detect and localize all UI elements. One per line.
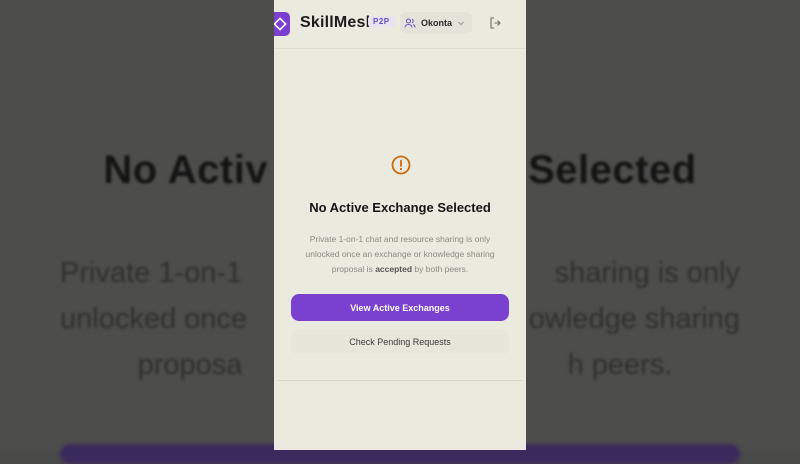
logout-icon[interactable] [488,16,502,30]
p2p-badge: P2P [368,16,395,27]
chevron-down-icon [458,21,464,26]
brand-name: SkillMesh [300,14,376,31]
view-active-exchanges-button[interactable]: View Active Exchanges [291,294,509,321]
user-menu[interactable]: Okonta [400,12,472,34]
user-name: Okonta [421,18,453,28]
empty-state-title: No Active Exchange Selected [309,200,491,215]
users-icon [404,18,416,28]
emphasis-accepted: accepted [375,264,413,274]
divider [278,380,522,381]
top-bar: SkillMesh P2P Okonta [274,0,526,49]
diamond-logo-icon[interactable] [274,12,290,36]
app-panel: SkillMesh P2P Okonta No Active Exchange … [274,0,526,450]
alert-circle-icon [391,155,411,175]
empty-state-description: Private 1-on-1 chat and resource sharing… [305,234,495,274]
check-pending-requests-button[interactable]: Check Pending Requests [291,330,509,354]
